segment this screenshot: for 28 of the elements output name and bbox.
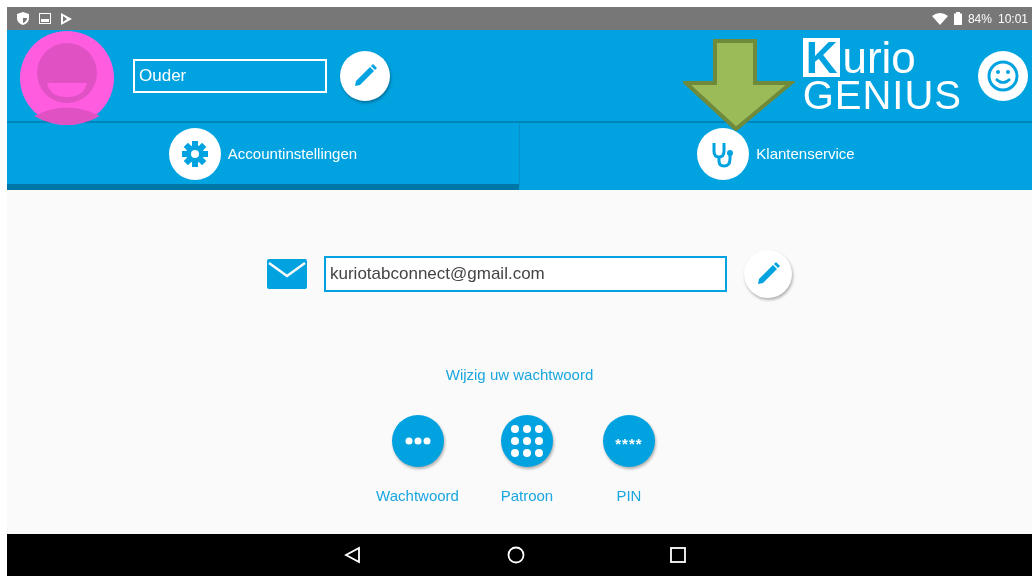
pin-asterisks: ****	[615, 434, 643, 452]
name-field[interactable]: Ouder	[133, 58, 327, 93]
change-password-link[interactable]: Wijzig uw wachtwoord	[445, 366, 594, 383]
battery-icon	[953, 12, 962, 25]
lock-option-button[interactable]: Patroon	[492, 415, 561, 504]
play-store-icon	[61, 12, 72, 25]
pattern-grid-icon	[510, 425, 543, 457]
recents-icon[interactable]	[669, 547, 686, 563]
envelope-icon	[267, 259, 307, 289]
image-icon	[39, 13, 51, 24]
battery-percentage: 84%	[967, 11, 992, 26]
clock-time: 10:01	[997, 11, 1028, 26]
smiley-button[interactable]	[978, 50, 1028, 101]
dots-icon	[404, 437, 431, 445]
smiley-icon	[986, 58, 1020, 93]
kurio-genius-logo: Kurio GENIUS	[802, 37, 962, 114]
shield-icon	[17, 12, 29, 25]
edit-email-button[interactable]	[744, 250, 792, 298]
back-icon[interactable]	[343, 546, 362, 564]
pencil-icon	[352, 62, 378, 89]
lock-option-button[interactable]: Wachtwoord	[376, 415, 459, 504]
lock-option-button[interactable]: **** PIN	[594, 415, 663, 504]
gear-icon	[179, 138, 210, 169]
pencil-icon	[755, 261, 781, 287]
email-field[interactable]: kuriotabconnect@gmail.com	[324, 256, 727, 292]
home-icon[interactable]	[506, 546, 525, 564]
edit-name-button[interactable]	[340, 50, 390, 101]
wifi-icon	[931, 12, 948, 25]
